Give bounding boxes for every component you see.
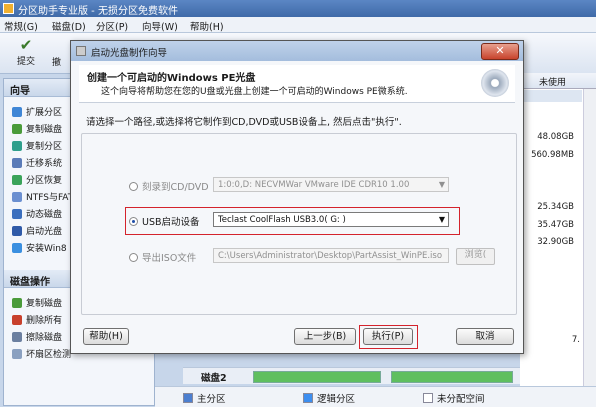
instruction-text: 请选择一个路径,或选择将它制作到CD,DVD或USB设备上, 然后点击"执行". (86, 117, 402, 128)
legend-unallocated: 未分配空间 (423, 391, 485, 405)
legend-swatch (423, 393, 433, 403)
unused-value: 560.98MB (531, 150, 574, 160)
chevron-down-icon: ▼ (438, 180, 445, 189)
boot-disc-wizard-dialog: 启动光盘制作向导 ✕ 创建一个可启动的Windows PE光盘 这个向导将帮助您… (70, 40, 524, 354)
iso-path-input[interactable]: C:\Users\Administrator\Desktop\PartAssis… (213, 248, 449, 263)
menu-disk[interactable]: 磁盘(D) (52, 19, 86, 33)
legend-logical: 逻辑分区 (303, 391, 355, 405)
copy-disk-icon (12, 297, 22, 308)
app-icon (3, 3, 14, 14)
dialog-header: 创建一个可启动的Windows PE光盘 这个向导将帮助您在您的U盘或光盘上创建… (79, 65, 515, 103)
migrate-os-icon (12, 157, 22, 168)
app-title: 分区助手专业版 - 无损分区免费软件 (18, 6, 178, 17)
help-button[interactable]: 帮助(H) (83, 328, 129, 345)
cancel-button[interactable]: 取消 (456, 328, 514, 345)
cd-drive-select[interactable]: 1:0:0,D: NECVMWar VMware IDE CDR10 1.00 … (213, 177, 449, 192)
disk-size-marker: 7. (571, 335, 580, 345)
back-button[interactable]: 上一步(B) (294, 328, 356, 345)
menu-bar: 常规(G) 磁盘(D) 分区(P) 向导(W) 帮助(H) (0, 17, 596, 33)
usb-device-select[interactable]: Teclast CoolFlash USB3.0( G: ) ▼ (213, 212, 449, 227)
dialog-subheading: 这个向导将帮助您在您的U盘或光盘上创建一个可启动的Windows PE微系统. (101, 87, 408, 97)
dialog-heading: 创建一个可启动的Windows PE光盘 (87, 73, 256, 84)
cd-disc-icon (481, 69, 509, 97)
dialog-title-bar: 启动光盘制作向导 ✕ (71, 41, 523, 61)
export-iso-option[interactable]: 导出ISO文件 (129, 250, 196, 264)
app-title-bar: 分区助手专业版 - 无损分区免费软件 (0, 0, 596, 17)
delete-icon (12, 314, 22, 325)
unused-value: 35.47GB (537, 220, 574, 230)
unused-value: 25.34GB (537, 202, 574, 212)
partition-bar[interactable] (391, 371, 513, 383)
close-button[interactable]: ✕ (481, 43, 519, 60)
export-iso-radio[interactable] (129, 252, 138, 262)
recovery-icon (12, 174, 22, 185)
burn-cd-option[interactable]: 刻录到CD/DVD (129, 179, 209, 193)
boot-disc-icon (12, 225, 22, 236)
bad-sector-icon (12, 348, 22, 359)
windows-icon (12, 242, 22, 253)
legend-swatch (183, 393, 193, 403)
dialog-title: 启动光盘制作向导 (91, 48, 168, 59)
legend-swatch (303, 393, 313, 403)
disk2-row[interactable]: 磁盘2 (183, 367, 520, 384)
disk2-label: 磁盘2 (201, 373, 227, 384)
copy-disk-icon (12, 123, 22, 134)
usb-boot-radio[interactable] (129, 216, 138, 226)
ntfs-fat-icon (12, 191, 22, 202)
menu-general[interactable]: 常规(G) (4, 19, 38, 33)
browse-button[interactable]: 浏览( (456, 248, 495, 265)
usb-boot-option[interactable]: USB启动设备 (129, 214, 200, 228)
copy-partition-icon (12, 140, 22, 151)
unused-value: 48.08GB (537, 132, 574, 142)
row-highlight (520, 90, 582, 102)
burn-cd-radio[interactable] (129, 181, 138, 191)
chevron-down-icon: ▼ (438, 215, 445, 224)
unused-column-header[interactable]: 未使用 (520, 73, 596, 89)
menu-help[interactable]: 帮助(H) (190, 19, 224, 33)
dialog-icon (76, 46, 86, 56)
partition-bar[interactable] (253, 371, 381, 383)
vertical-scrollbar[interactable] (583, 89, 596, 389)
menu-wizard[interactable]: 向导(W) (142, 19, 178, 33)
extend-partition-icon (12, 106, 22, 117)
menu-partition[interactable]: 分区(P) (96, 19, 128, 33)
legend-primary: 主分区 (183, 391, 226, 405)
unused-value: 32.90GB (537, 237, 574, 247)
checkmark-icon: ✔ (19, 36, 33, 54)
submit-button[interactable]: ✔ 提交 (8, 36, 44, 67)
partition-list-right: 未使用 48.08GB 560.98MB 25.34GB 35.47GB 32.… (520, 73, 596, 393)
undo-button-label[interactable]: 撤 (52, 55, 61, 68)
legend-bar: 主分区 逻辑分区 未分配空间 (155, 386, 596, 407)
dynamic-disk-icon (12, 208, 22, 219)
wipe-icon (12, 331, 22, 342)
execute-highlight-box (359, 325, 418, 349)
